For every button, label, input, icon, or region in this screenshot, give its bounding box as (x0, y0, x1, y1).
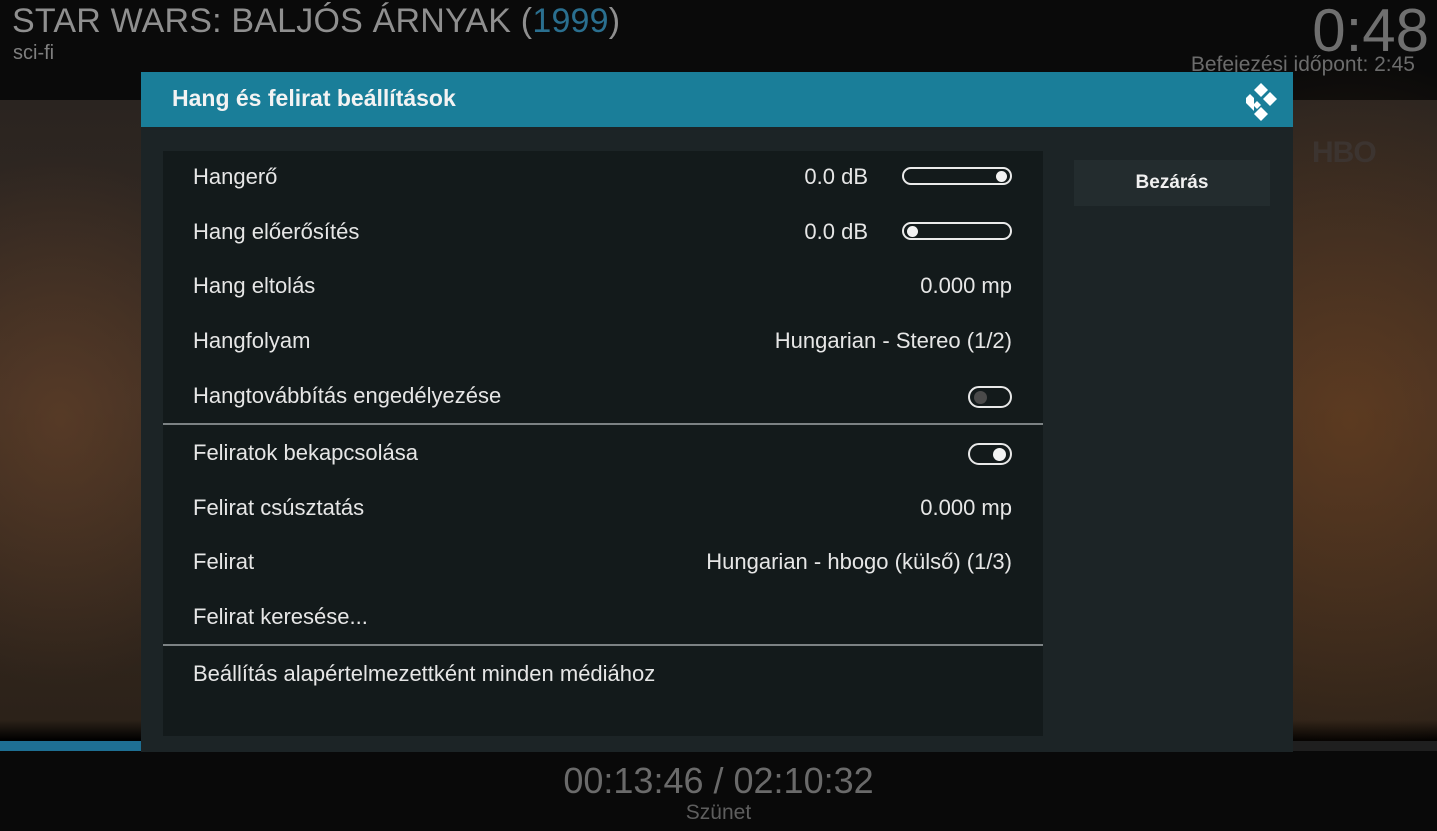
setting-value: 0.000 mp (920, 273, 1012, 298)
setting-audio-stream[interactable]: Hangfolyam Hungarian - Stereo (1/2) (163, 315, 1043, 369)
setting-label: Hangerő (193, 164, 278, 189)
close-button-label: Bezárás (1135, 172, 1209, 193)
settings-list: Hangerő 0.0 dB Hang előerősítés 0.0 dB H… (163, 151, 1043, 736)
seek-bar-fill (0, 741, 153, 751)
section-divider (163, 644, 1043, 646)
setting-volume-amplification[interactable]: Hang előerősítés 0.0 dB (163, 206, 1043, 260)
media-genre: sci-fi (13, 42, 55, 64)
slider-knob[interactable] (996, 171, 1007, 182)
time-readout: 00:13:46 / 02:10:32 (563, 760, 874, 801)
close-button[interactable]: Bezárás (1074, 160, 1270, 206)
setting-label: Hang eltolás (193, 273, 316, 298)
setting-value: 0.0 dB (804, 164, 868, 189)
channel-watermark: HBO (1312, 136, 1377, 169)
setting-label: Hangfolyam (193, 328, 311, 353)
section-divider (163, 423, 1043, 425)
subtitles-toggle[interactable] (968, 443, 1012, 465)
playback-state: Szünet (685, 801, 752, 824)
setting-label: Felirat keresése... (193, 604, 368, 629)
setting-value: 0.0 dB (804, 219, 868, 244)
setting-enable-subtitles[interactable]: Feliratok bekapcsolása (163, 427, 1043, 481)
setting-search-subtitle[interactable]: Felirat keresése... (163, 591, 1043, 645)
setting-value: Hungarian - Stereo (1/2) (774, 328, 1012, 353)
setting-label: Feliratok bekapcsolása (193, 440, 419, 465)
setting-label: Felirat (193, 549, 255, 574)
dialog-header: Hang és felirat beállítások (141, 72, 1293, 127)
passthrough-toggle[interactable] (968, 386, 1012, 408)
toggle-knob (974, 391, 987, 404)
toggle-knob (993, 448, 1006, 461)
audio-subtitle-settings-dialog: Hang és felirat beállítások Hangerő 0.0 … (141, 72, 1293, 752)
setting-label: Felirat csúsztatás (193, 495, 365, 520)
setting-audio-offset[interactable]: Hang eltolás 0.000 mp (163, 260, 1043, 314)
slider-knob[interactable] (907, 226, 918, 237)
setting-label: Hangtovábbítás engedélyezése (193, 383, 502, 408)
media-title: STAR WARS: BALJÓS ÁRNYAK (1999) (12, 2, 620, 41)
volume-slider[interactable] (902, 167, 1012, 185)
setting-label: Beállítás alapértelmezettként minden méd… (193, 661, 656, 686)
setting-label: Hang előerősítés (193, 219, 360, 244)
kodi-logo-icon (1246, 83, 1277, 121)
setting-volume[interactable]: Hangerő 0.0 dB (163, 151, 1043, 205)
setting-value: Hungarian - hbogo (külső) (1/3) (706, 549, 1012, 574)
media-title-main: STAR WARS: BALJÓS ÁRNYAK ( (12, 2, 533, 40)
setting-subtitle-offset[interactable]: Felirat csúsztatás 0.000 mp (163, 482, 1043, 536)
setting-subtitle[interactable]: Felirat Hungarian - hbogo (külső) (1/3) (163, 536, 1043, 590)
media-title-close: ) (608, 2, 621, 40)
media-year: 1999 (532, 2, 609, 40)
amplification-slider[interactable] (902, 222, 1012, 240)
setting-set-as-default[interactable]: Beállítás alapértelmezettként minden méd… (163, 648, 1043, 702)
setting-value: 0.000 mp (920, 495, 1012, 520)
dialog-title: Hang és felirat beállítások (172, 85, 456, 111)
setting-passthrough[interactable]: Hangtovábbítás engedélyezése (163, 370, 1043, 424)
